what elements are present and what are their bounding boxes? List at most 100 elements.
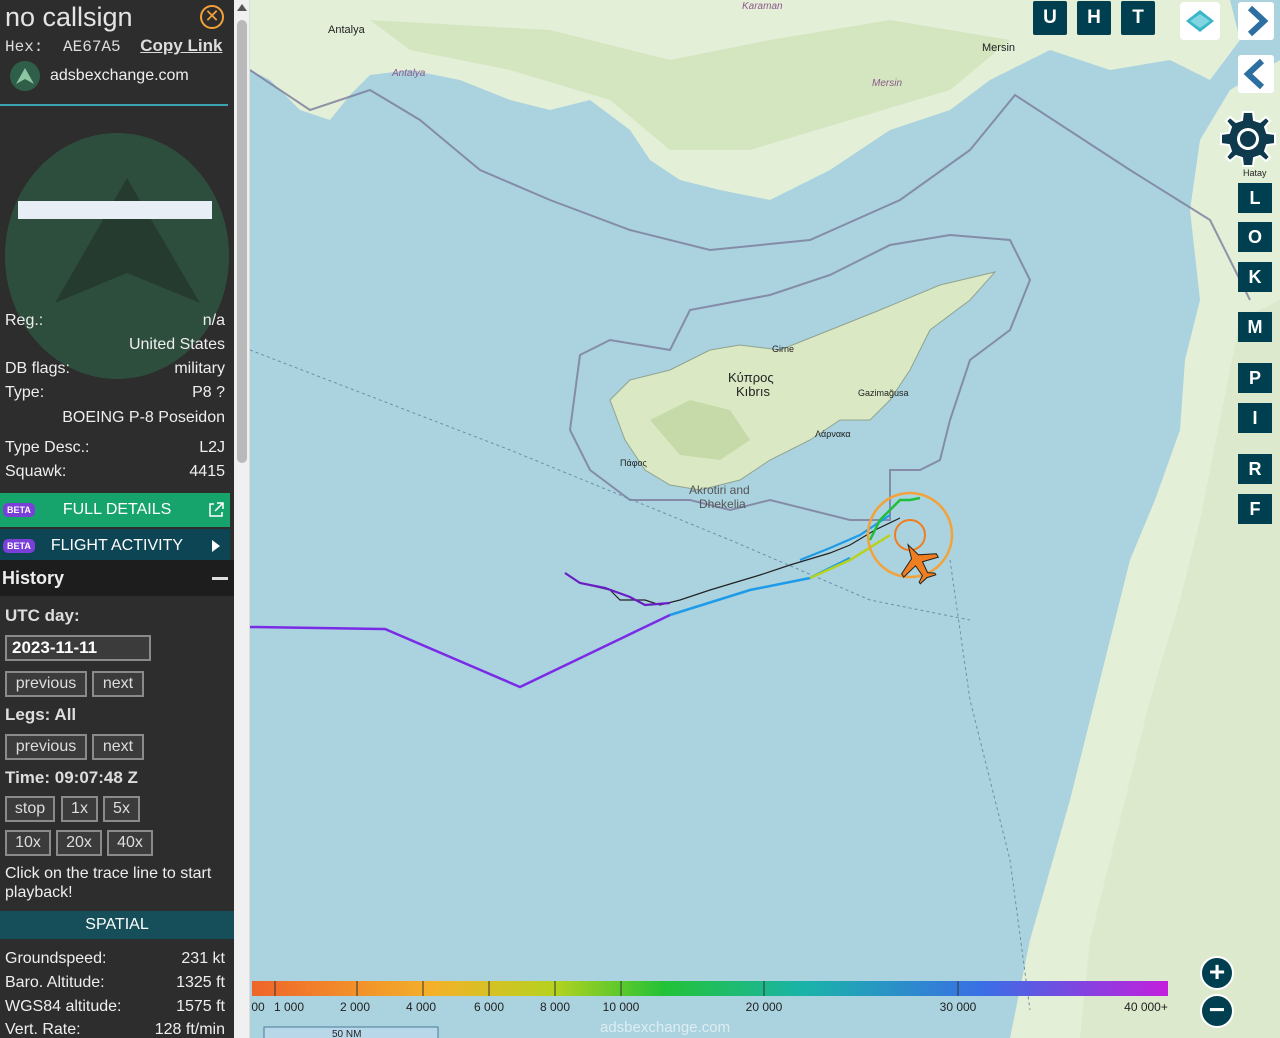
collapse-icon[interactable] [212,576,228,580]
spatial-header[interactable]: SPATIAL [0,911,234,939]
alt-label: 1 000 [273,1000,305,1014]
label-antalya-region: Antalya [392,68,426,79]
toggle-l-button[interactable]: L [1238,183,1272,213]
legs-label: Legs: All [5,705,77,724]
airway-dashed-2 [949,559,1031,1011]
groundspeed-label: Groundspeed: [5,950,107,967]
map-canvas[interactable] [250,0,1280,1038]
scroll-up-icon[interactable] [237,4,247,11]
label-dhekelia: Dhekelia [699,497,746,511]
adsb-site-label: adsbexchange.com [50,67,189,84]
chevron-right-icon [212,540,220,552]
speed-40x-button[interactable]: 40x [107,830,153,856]
trace-yellow-leg[interactable] [809,533,891,580]
label-larnaka: Λάρνακα [815,429,851,439]
trace-purple-leg[interactable] [250,613,671,689]
toggle-k-button[interactable]: K [1238,262,1272,292]
speed-20x-button[interactable]: 20x [56,830,102,856]
settings-button[interactable] [1216,108,1280,172]
toggle-r-button[interactable]: R [1238,454,1272,484]
stop-button[interactable]: stop [5,796,55,822]
trace-orbit-inner[interactable] [894,519,926,551]
day-next-button[interactable]: next [92,671,144,697]
toggle-t-button[interactable]: T [1121,1,1155,35]
speed-5x-button[interactable]: 5x [103,796,140,822]
history-header[interactable]: History [0,560,234,596]
squawk-row: Squawk: 4415 [5,463,225,481]
hex-row: Hex: AE67A5 Copy Link [5,36,222,56]
alt-label: 30 000 [939,1000,977,1014]
alt-label: 6 000 [473,1000,505,1014]
toggle-u-button[interactable]: U [1033,1,1067,35]
squawk-value: 4415 [189,463,225,480]
photo-bar [18,201,212,219]
date-input[interactable]: 2023-11-11 [5,635,151,661]
altitude-legend-bar [252,981,1168,996]
reg-row: Reg.: n/a [5,312,225,330]
close-icon[interactable]: ✕ [200,5,224,29]
baro-altitude-value: 1325 ft [176,974,225,991]
groundspeed-value: 231 kt [181,950,225,967]
flight-activity-button[interactable]: BETA FLIGHT ACTIVITY [0,529,230,563]
beta-badge: BETA [3,503,35,517]
day-previous-button[interactable]: previous [5,671,87,697]
zoom-in-button[interactable]: + [1200,956,1234,990]
divider [0,104,228,106]
full-details-label: FULL DETAILS [62,501,172,518]
label-karaman: Karaman [742,1,783,12]
vert-rate-value: 128 ft/min [154,1021,225,1038]
zoom-out-button[interactable]: − [1200,994,1234,1028]
type-desc-label: Type Desc.: [5,439,90,456]
type-desc-value: L2J [199,439,225,456]
chevron-left-icon [1243,58,1265,90]
alt-label: 4 000 [405,1000,437,1014]
alt-label: 10 000 [602,1000,640,1014]
copy-link[interactable]: Copy Link [140,36,222,55]
speed-10x-button[interactable]: 10x [5,830,51,856]
label-akrotiri: Akrotiri and [689,483,750,497]
toggle-h-button[interactable]: H [1077,1,1111,35]
toggle-f-button[interactable]: F [1238,494,1272,524]
dbflags-row: DB flags: military [5,360,225,378]
watermark: adsbexchange.com [600,1019,731,1036]
speed-1x-button[interactable]: 1x [61,796,98,822]
beta-badge: BETA [3,539,35,553]
leg-next-button[interactable]: next [92,734,144,760]
adsb-logo-icon [10,61,40,91]
type-label: Type: [5,384,45,401]
country-value: United States [128,336,225,353]
dbflags-label: DB flags: [5,360,70,377]
toggle-i-button[interactable]: I [1238,403,1272,433]
baro-altitude-label: Baro. Altitude: [5,974,105,991]
label-gazimagusa: Gazimağusa [858,388,909,398]
leg-previous-button[interactable]: previous [5,734,87,760]
type-value: P8 ? [192,384,225,401]
trace-cyan-leg[interactable] [799,514,891,562]
dbflags-value: military [174,360,225,377]
toggle-p-button[interactable]: P [1238,363,1272,393]
aircraft-marker-icon[interactable] [891,535,946,590]
layers-button[interactable] [1180,2,1220,40]
adsb-site-link[interactable]: adsbexchange.com [10,61,189,91]
expand-right-button[interactable] [1238,2,1274,40]
scroll-thumb[interactable] [237,20,247,463]
label-mersin-region: Mersin [872,78,903,89]
external-link-icon [209,502,224,517]
hex-label: Hex: [5,38,44,56]
label-kibris: Kıbrıs [736,384,770,399]
sidebar-scrollbar[interactable] [234,0,250,1038]
land-cyprus [609,271,997,491]
type-row: Type: P8 ? [5,384,225,402]
collapse-left-button[interactable] [1238,55,1274,93]
label-mersin: Mersin [982,42,1016,54]
map-view[interactable]: Antalya Antalya Karaman Mersin Mersin Ha… [250,0,1280,1038]
alt-label: 8 000 [539,1000,571,1014]
trace-violet-leg[interactable] [564,572,671,607]
full-details-button[interactable]: BETA FULL DETAILS [0,493,230,527]
vert-rate-row: Vert. Rate: 128 ft/min [5,1021,225,1038]
alt-label: 20 000 [745,1000,783,1014]
reg-label: Reg.: [5,312,44,329]
toggle-m-button[interactable]: M [1238,312,1272,342]
trace-blue-leg[interactable] [669,556,851,617]
toggle-o-button[interactable]: O [1238,222,1272,252]
